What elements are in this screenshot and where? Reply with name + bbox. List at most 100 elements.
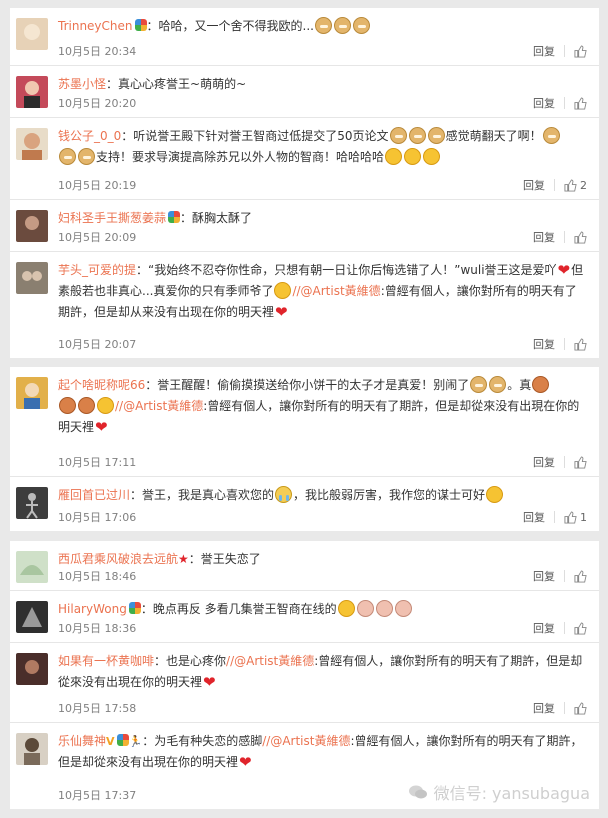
comment-content: 如果有一杯黄咖啡：也是心疼你//@Artist黃維德:曾經有個人，讓你對所有的明… [58,651,587,693]
avatar[interactable] [16,653,48,685]
avatar[interactable] [16,551,48,583]
avatar[interactable] [16,377,48,409]
username-link[interactable]: 起个啥昵称呢66 [58,378,145,392]
doge-emoji-icon [389,127,407,144]
doge-emoji-icon [408,127,426,144]
like-button[interactable] [574,701,587,715]
comment-text: ，我比般弱厉害，我作您的谋士可好 [293,488,486,502]
comment-content: 苏墨小怪：真心心疼誉王~萌萌的~ [58,74,587,95]
like-button[interactable]: 1 [564,511,587,524]
laugh-emoji-icon [274,282,292,299]
username-link[interactable]: 如果有一杯黄咖啡 [58,654,154,668]
timestamp: 10月5日 17:37 [58,789,137,802]
divider [564,338,565,350]
comment-content: 雁回首已过川：誉王，我是真心喜欢您的 ，我比般弱厉害，我作您的谋士可好 [58,485,587,506]
comment-actions: 回复 [533,43,587,59]
comment-actions: 回复 [533,568,587,584]
like-button[interactable]: 2 [564,179,587,192]
divider [564,456,565,468]
thumb-up-icon [574,455,587,469]
avatar[interactable] [16,601,48,633]
divider [564,231,565,243]
avatar[interactable] [16,76,48,108]
comment-text: ：誉王失恋了 [188,552,261,566]
avatar[interactable] [16,210,48,242]
comment-text: ：“我始终不忍夺你性命，只想有朝一日让你后悔选错了人！”wuli誉王这是爱吖 [136,263,557,277]
mention-link[interactable]: //@Artist黃維德 [115,399,203,413]
timestamp: 10月5日 18:46 [58,570,137,583]
divider [564,97,565,109]
comment-text: 感觉萌翻天了啊！ [445,129,542,143]
comment-text: ：酥胸太酥了 [180,211,253,225]
thumb-up-icon [574,96,587,110]
grin-emoji-icon [423,148,441,165]
doge-emoji-icon [314,17,332,34]
cry-emoji-icon [275,486,293,503]
mention-link[interactable]: //@Artist黃維德 [262,734,350,748]
avatar[interactable] [16,733,48,765]
reply-button[interactable]: 回复 [533,568,555,584]
divider [564,45,565,57]
wink-emoji-icon [97,397,114,414]
username-link[interactable]: 苏墨小怪 [58,77,106,91]
divider [554,511,555,523]
reply-button[interactable]: 回复 [533,620,555,636]
mention-link[interactable]: //@Artist黃維德 [292,284,380,298]
runner-badge-icon: 🏃 [128,735,143,748]
avatar[interactable] [16,128,48,160]
comment-content: 乐仙舞神V 🏃：为毛有种失恋的感脚//@Artist黃維德:曾經有個人，讓你對所有… [58,731,587,773]
thumb-up-icon [574,337,587,351]
reply-button[interactable]: 回复 [533,43,555,59]
monk-emoji-icon [78,397,95,414]
avatar[interactable] [16,487,48,519]
avatar[interactable] [16,18,48,50]
username-link[interactable]: 芋头_可爱的提 [58,263,136,277]
username-link[interactable]: 妇科圣手王撕葱姜蒜 [58,211,166,225]
reply-button[interactable]: 回复 [533,229,555,245]
like-button[interactable] [574,455,587,469]
comment-text: ：听说誉王殿下针对誉王智商过低提交了50页论文 [121,129,389,143]
reply-button[interactable]: 回复 [533,336,555,352]
comment-actions: 回复 2 [523,177,587,193]
reply-button[interactable]: 回复 [533,95,555,111]
comment-text: 。真 [507,378,532,392]
comment-text: ：晚点再反 多看几集誉王智商在线的 [140,602,337,616]
divider [554,179,555,191]
pig-emoji-icon [356,600,374,617]
like-button[interactable] [574,44,587,58]
timestamp: 10月5日 17:58 [58,702,137,715]
like-button[interactable] [574,569,587,583]
reply-button[interactable]: 回复 [523,509,545,525]
username-link[interactable]: 西瓜君乘风破浪去远航 [58,552,178,566]
avatar[interactable] [16,262,48,294]
doge-emoji-icon [352,17,370,34]
mention-link[interactable]: //@Artist黃維德 [226,654,314,668]
username-link[interactable]: HilaryWong [58,602,127,616]
comment-content: 西瓜君乘风破浪去远航★：誉王失恋了 [58,549,587,570]
like-button[interactable] [574,96,587,110]
comment-actions: 回复 1 [523,509,587,525]
thumb-up-icon [574,230,587,244]
thumb-up-icon [574,44,587,58]
username-link[interactable]: 雁回首已过川 [58,488,130,502]
reply-button[interactable]: 回复 [523,177,545,193]
like-button[interactable] [574,337,587,351]
doge-emoji-icon [78,148,95,165]
comment-text: ：为毛有种失恋的感脚 [142,734,263,748]
heart-emoji-icon: ❤ [239,753,252,771]
comment-content: 起个啥昵称呢66：誉王醒醒！偷偷摸摸送给你小饼干的太子才是真爱！别闹了 。真 //@… [58,375,587,438]
doge-emoji-icon [427,127,445,144]
comment-item: HilaryWong ：晚点再反 多看几集誉王智商在线的 10月5日 18:36 … [10,591,599,643]
username-link[interactable]: 钱公子_0_0 [58,129,121,143]
wechat-icon [408,785,427,799]
username-link[interactable]: TrinneyChen [58,19,133,33]
comment-item: 钱公子_0_0：听说誉王殿下针对誉王智商过低提交了50页论文 感觉萌翻天了啊！ 支持… [10,118,599,200]
reply-button[interactable]: 回复 [533,454,555,470]
reply-button[interactable]: 回复 [533,700,555,716]
comment-item: 苏墨小怪：真心心疼誉王~萌萌的~ 10月5日 20:20 回复 [10,66,599,118]
like-button[interactable] [574,621,587,635]
comment-panel-2: 起个啥昵称呢66：誉王醒醒！偷偷摸摸送给你小饼干的太子才是真爱！别闹了 。真 //@… [10,367,599,531]
username-link[interactable]: 乐仙舞神 [58,734,106,748]
like-button[interactable] [574,230,587,244]
comment-actions: 回复 [533,620,587,636]
